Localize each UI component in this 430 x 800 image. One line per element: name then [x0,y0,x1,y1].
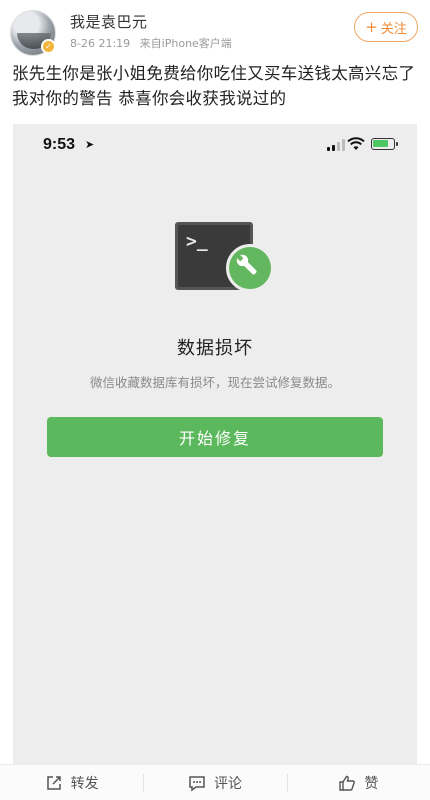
error-description: 微信收藏数据库有损坏，现在尝试修复数据。 [89,375,340,390]
post-date: 8-26 21:19 [70,37,131,50]
start-repair-button[interactable]: 开始修复 [47,417,383,457]
follow-button[interactable]: + 关注 [354,12,418,42]
cell-signal-icon [327,139,345,151]
repost-button[interactable]: 转发 [0,765,143,800]
comment-button[interactable]: 评论 [143,765,286,800]
post-text: 张先生你是张小姐免费给你吃住又买车送钱太高兴忘了我对你的警告 恭喜你会收获我说过… [12,64,416,108]
like-label: 赞 [364,775,379,792]
like-button[interactable]: 赞 [286,765,430,800]
embedded-screenshot[interactable]: 9:53 ➤ >_ 数据损坏 微信收藏数据库有损坏，现在尝试修复数据。 开始修复 [13,124,417,764]
location-arrow-icon: ➤ [85,138,95,151]
comment-label: 评论 [213,775,242,792]
comment-icon [189,775,205,791]
bottom-toolbar: 转发 评论 赞 [0,764,430,800]
repost-label: 转发 [70,775,99,792]
battery-icon [371,138,398,150]
wifi-icon [347,137,365,150]
verified-badge-icon: ✓ [41,39,56,54]
follow-label: 关注 [380,21,407,37]
battery-level [373,140,388,147]
status-time: 9:53 [43,136,76,153]
like-icon [339,775,356,791]
error-title: 数据损坏 [177,338,253,359]
terminal-prompt: >_ [186,231,208,252]
username[interactable]: 我是袁巴元 [70,11,148,32]
post-source: 来自iPhone客户端 [139,37,232,50]
wrench-icon [226,244,274,292]
plus-icon: + [365,17,378,36]
post-meta: 8-26 21:19 来自iPhone客户端 [70,35,238,51]
repost-icon [46,775,61,790]
